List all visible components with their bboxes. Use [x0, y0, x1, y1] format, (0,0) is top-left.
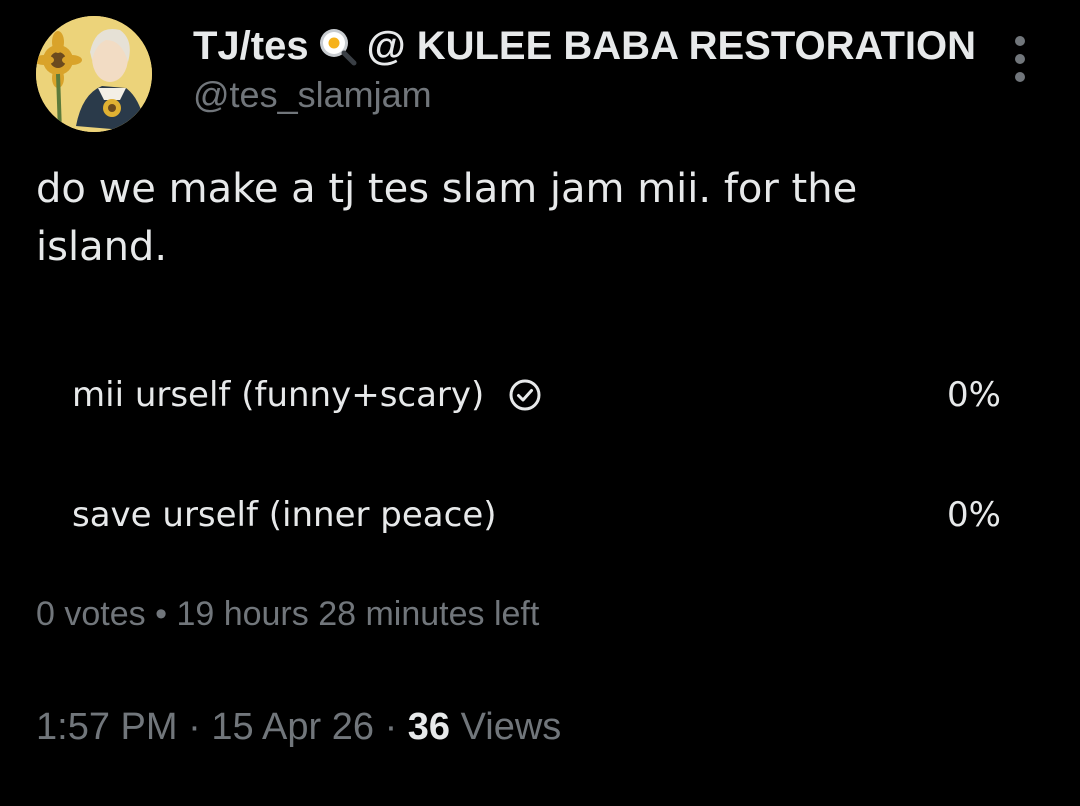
views-count: 36 [407, 706, 451, 748]
tweet-time[interactable]: 1:57 PM [36, 706, 178, 748]
poll-option-label-row: save urself (inner peace) [72, 493, 497, 537]
meta-separator: · [188, 706, 201, 748]
poll-option-label: save urself (inner peace) [72, 495, 497, 535]
poll-time-left: 19 hours 28 minutes left [176, 595, 540, 633]
more-vertical-icon-dot [1015, 54, 1025, 64]
frying-pan-egg-icon [317, 26, 357, 66]
poll-meta: 0 votes • 19 hours 28 minutes left [36, 593, 539, 635]
avatar[interactable] [36, 16, 152, 132]
views-label: Views [460, 706, 562, 748]
tweet-text: do we make a tj tes slam jam mii. for th… [36, 166, 858, 270]
poll-option-percent: 0% [947, 495, 1001, 535]
display-name[interactable]: TJ/tes @ KULEE BABA RESTORATION [193, 24, 976, 68]
tweet-meta: 1:57 PM · 15 Apr 26 · 36 Views [36, 705, 561, 749]
display-name-suffix: @ KULEE BABA RESTORATION [366, 24, 977, 68]
poll-option-percent: 0% [947, 375, 1001, 415]
check-circle-icon [508, 378, 542, 412]
poll-option-1[interactable]: mii urself (funny+scary) 0% [36, 355, 1042, 435]
poll-option-label: mii urself (funny+scary) [72, 375, 485, 415]
tweet-date[interactable]: 15 Apr 26 [211, 706, 374, 748]
meta-separator: · [384, 706, 398, 748]
user-handle[interactable]: @tes_slamjam [193, 74, 432, 116]
poll-votes: 0 votes [36, 595, 146, 633]
avatar-illustration [36, 16, 152, 132]
display-name-text: TJ/tes [193, 24, 309, 68]
poll-option-label-row: mii urself (funny+scary) [72, 373, 542, 417]
poll-option-2[interactable]: save urself (inner peace) 0% [36, 475, 1042, 555]
more-vertical-icon [1015, 36, 1025, 46]
poll-meta-separator: • [155, 595, 167, 633]
more-vertical-icon-dot [1015, 72, 1025, 82]
more-options-button[interactable] [1006, 36, 1034, 82]
